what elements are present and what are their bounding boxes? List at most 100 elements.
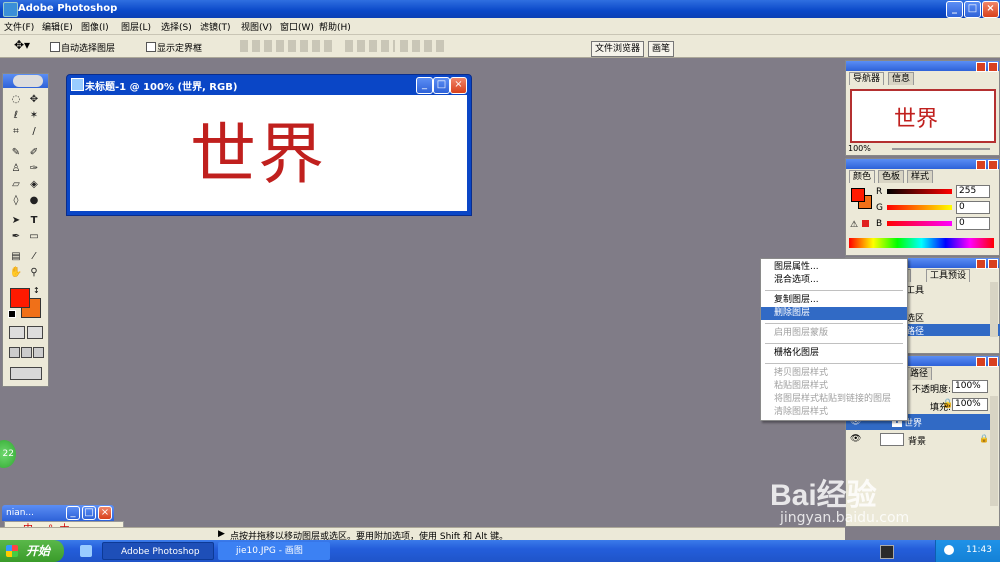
distribute-buttons-b[interactable] — [400, 40, 445, 52]
tab-swatches[interactable]: 色板 — [878, 170, 905, 183]
color-fg-swatch[interactable] — [851, 188, 865, 202]
gamut-color-swatch[interactable] — [862, 220, 869, 227]
history-minimize-icon[interactable] — [976, 259, 986, 269]
doc-close-button[interactable]: × — [450, 77, 467, 94]
hand-tool-icon[interactable]: ✋ — [9, 266, 23, 279]
menu-file[interactable]: 文件(F) — [4, 20, 34, 33]
side-badge[interactable]: 22 — [0, 440, 16, 468]
history-row-path[interactable]: 路径 — [896, 324, 1000, 337]
eyedropper-icon[interactable]: ⁄ — [27, 250, 41, 263]
navigator-preview[interactable]: 世界 — [850, 89, 996, 143]
path-select-icon[interactable]: ➤ — [9, 214, 23, 227]
menu-item-copy-style[interactable]: 拷贝图层样式 — [761, 367, 907, 380]
move-tool-icon-box[interactable]: ✥ — [27, 93, 41, 106]
layers-close-icon[interactable] — [988, 357, 998, 367]
menu-layer[interactable]: 图层(L) — [121, 20, 151, 33]
channel-r-slider[interactable] — [887, 189, 952, 194]
color-ramp[interactable] — [849, 238, 994, 248]
layers-scrollbar[interactable] — [990, 396, 998, 506]
gamut-warning-icon[interactable]: ⚠ — [850, 220, 858, 230]
start-button[interactable]: 开始 — [0, 540, 64, 562]
menu-item-blending-options[interactable]: 混合选项... — [761, 274, 907, 287]
minimize-button[interactable]: _ — [946, 1, 963, 18]
menu-help[interactable]: 帮助(H) — [319, 20, 351, 33]
paint-bucket-icon[interactable]: ◈ — [27, 178, 41, 191]
tab-navigator[interactable]: 导航器 — [849, 72, 885, 85]
menu-item-clear-style[interactable]: 清除图层样式 — [761, 406, 907, 419]
layers-minimize-icon[interactable] — [976, 357, 986, 367]
close-button[interactable]: × — [982, 1, 999, 18]
history-row-selection[interactable]: 选区 — [906, 311, 924, 324]
opacity-input[interactable]: 100% — [952, 380, 988, 393]
navigator-zoom-slider[interactable] — [892, 148, 990, 150]
swap-colors-icon[interactable]: ↕ — [33, 286, 40, 295]
healing-brush-icon[interactable]: ✎ — [9, 146, 23, 159]
menu-item-layer-properties[interactable]: 图层属性... — [761, 261, 907, 274]
distribute-buttons-a[interactable] — [345, 40, 395, 52]
menu-item-paste-style-linked[interactable]: 将图层样式粘贴到链接的图层 — [761, 393, 907, 406]
screen-mode-full-icon[interactable] — [33, 347, 44, 358]
navigator-minimize-icon[interactable] — [976, 62, 986, 72]
channel-g-input[interactable]: 0 — [956, 201, 990, 214]
menu-select[interactable]: 选择(S) — [161, 20, 192, 33]
menu-image[interactable]: 图像(I) — [81, 20, 109, 33]
layer-row-background[interactable]: 👁 背景 🔒 — [846, 431, 991, 447]
history-close-icon[interactable] — [988, 259, 998, 269]
move-tool-icon[interactable]: ✥▾ — [14, 38, 30, 52]
zoom-tool-icon[interactable]: ⚲ — [27, 266, 41, 279]
photoshop-logo-icon[interactable] — [13, 75, 43, 87]
marquee-tool-icon[interactable]: ◌ — [9, 93, 23, 106]
canvas-text-layer[interactable]: 世界 — [190, 115, 326, 195]
eraser-tool-icon[interactable]: ▱ — [9, 178, 23, 191]
channel-r-input[interactable]: 255 — [956, 185, 990, 198]
tab-paths[interactable]: 路径 — [906, 367, 933, 380]
background-visibility-eye-icon[interactable]: 👁 — [850, 434, 861, 444]
standard-mode-icon[interactable] — [9, 326, 25, 339]
brush-tool-icon[interactable]: ✐ — [27, 146, 41, 159]
tab-color[interactable]: 颜色 — [849, 170, 876, 183]
fill-input[interactable]: 100% — [952, 398, 988, 411]
ime-close-button[interactable]: × — [98, 506, 112, 520]
menu-item-enable-mask[interactable]: 启用图层蒙版 — [761, 327, 907, 340]
menu-item-rasterize-layer[interactable]: 栅格化图层 — [761, 347, 907, 360]
color-close-icon[interactable] — [988, 160, 998, 170]
tab-file-browser[interactable]: 文件浏览器 — [591, 41, 645, 57]
pen-tool-icon[interactable]: ✒ — [9, 230, 23, 243]
blur-tool-icon[interactable]: ◊ — [9, 194, 23, 207]
taskbar-item-paint[interactable]: jie10.JPG - 画图 — [218, 542, 330, 560]
crop-tool-icon[interactable]: ⌗ — [9, 125, 23, 138]
default-colors-icon[interactable] — [8, 310, 16, 318]
menu-item-delete-layer[interactable]: 删除图层 — [761, 307, 907, 320]
menu-filter[interactable]: 滤镜(T) — [200, 20, 231, 33]
shape-tool-icon[interactable]: ▭ — [27, 230, 41, 243]
lasso-tool-icon[interactable]: ℓ — [9, 109, 23, 122]
auto-select-checkbox[interactable] — [50, 42, 60, 52]
taskbar-item-photoshop[interactable]: Adobe Photoshop — [102, 542, 214, 560]
menu-item-duplicate-layer[interactable]: 复制图层... — [761, 294, 907, 307]
show-bounds-checkbox[interactable] — [146, 42, 156, 52]
notes-tool-icon[interactable]: ▤ — [9, 250, 23, 263]
jump-to-imageready-icon[interactable] — [10, 367, 42, 380]
color-minimize-icon[interactable] — [976, 160, 986, 170]
maximize-button[interactable]: □ — [964, 1, 981, 18]
menu-window[interactable]: 窗口(W) — [280, 20, 314, 33]
menu-edit[interactable]: 编辑(E) — [42, 20, 73, 33]
history-scrollbar[interactable] — [990, 282, 998, 337]
ime-minimize-button[interactable]: _ — [66, 506, 80, 520]
quick-mask-icon[interactable] — [27, 326, 43, 339]
magic-wand-icon[interactable]: ✶ — [27, 109, 41, 122]
quick-launch-icon[interactable] — [80, 545, 92, 557]
tab-styles[interactable]: 样式 — [907, 170, 934, 183]
history-brush-icon[interactable]: ✑ — [27, 162, 41, 175]
slice-tool-icon[interactable]: / — [27, 125, 41, 138]
type-tool-icon[interactable]: T — [27, 214, 41, 227]
ime-maximize-button[interactable]: □ — [82, 506, 96, 520]
navigator-zoom-value[interactable]: 100% — [848, 144, 871, 153]
screen-mode-standard-icon[interactable] — [9, 347, 20, 358]
tray-app-icon[interactable] — [880, 545, 894, 559]
tab-info[interactable]: 信息 — [888, 72, 915, 85]
menu-view[interactable]: 视图(V) — [241, 20, 272, 33]
tab-tool-presets[interactable]: 工具预设 — [926, 269, 971, 282]
navigator-close-icon[interactable] — [988, 62, 998, 72]
foreground-color-swatch[interactable] — [10, 288, 30, 308]
